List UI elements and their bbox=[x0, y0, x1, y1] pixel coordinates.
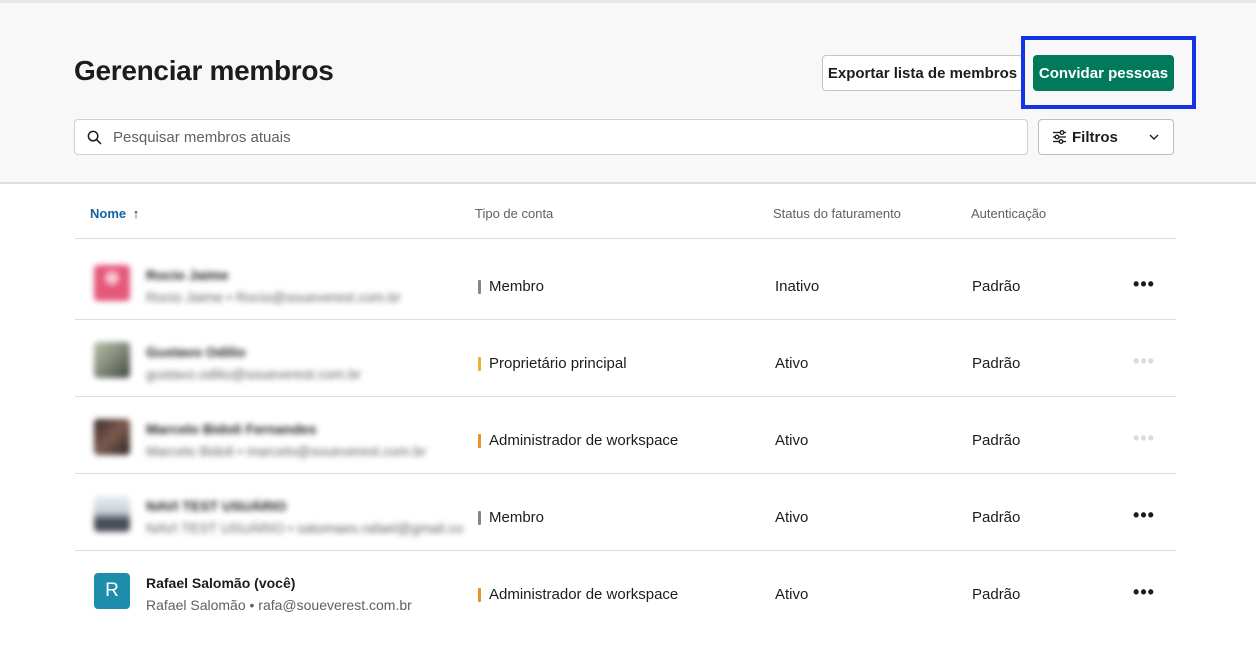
account-type: Administrador de workspace bbox=[478, 586, 678, 603]
avatar bbox=[94, 342, 130, 378]
account-type-label: Proprietário principal bbox=[489, 355, 627, 372]
member-name: Rafael Salomão (você) bbox=[146, 575, 296, 591]
sort-ascending-icon: ↑ bbox=[132, 206, 140, 221]
account-type-label: Membro bbox=[489, 509, 545, 526]
search-box[interactable] bbox=[74, 119, 1028, 155]
account-type-marker bbox=[478, 356, 481, 371]
export-members-button[interactable]: Exportar lista de membros bbox=[822, 55, 1023, 91]
table-row[interactable]: Gustavo Odilio gustavo.odilio@soueverest… bbox=[75, 320, 1176, 397]
billing-status: Ativo bbox=[775, 432, 809, 449]
table-row[interactable]: Rocio Jaime Rocio Jaime • Rocio@souevere… bbox=[75, 243, 1176, 320]
table-row[interactable]: R Rafael Salomão (você) Rafael Salomão •… bbox=[75, 551, 1176, 628]
member-subtitle: Rafael Salomão • rafa@soueverest.com.br bbox=[146, 597, 412, 613]
authentication: Padrão bbox=[972, 355, 1021, 372]
column-header-name[interactable]: Nome ↑ bbox=[90, 206, 139, 221]
table-header-divider bbox=[75, 238, 1176, 239]
avatar bbox=[94, 496, 130, 532]
table-row[interactable]: Marcelo Bidoli Fernandes Marcelo Bidoli … bbox=[75, 397, 1176, 474]
column-header-authentication[interactable]: Autenticação bbox=[971, 206, 1046, 221]
more-actions-button[interactable]: ••• bbox=[1132, 274, 1156, 294]
avatar: R bbox=[94, 573, 130, 609]
page-header: Gerenciar membros Exportar lista de memb… bbox=[0, 0, 1256, 184]
column-header-account-type[interactable]: Tipo de conta bbox=[475, 206, 553, 221]
avatar bbox=[94, 419, 130, 455]
account-type: Membro bbox=[478, 509, 544, 526]
search-input[interactable] bbox=[111, 127, 995, 147]
filters-button[interactable]: Filtros bbox=[1038, 119, 1174, 155]
billing-status: Inativo bbox=[775, 278, 820, 295]
authentication: Padrão bbox=[972, 432, 1021, 449]
chevron-down-icon bbox=[1149, 134, 1159, 140]
more-actions-button[interactable]: ••• bbox=[1132, 351, 1156, 371]
more-actions-button[interactable]: ••• bbox=[1132, 505, 1156, 525]
account-type-label: Administrador de workspace bbox=[489, 432, 679, 449]
account-type-marker bbox=[478, 279, 481, 294]
billing-status: Ativo bbox=[775, 509, 809, 526]
member-name: Rocio Jaime bbox=[146, 267, 229, 283]
more-actions-button[interactable]: ••• bbox=[1132, 428, 1156, 448]
sliders-icon bbox=[1052, 130, 1067, 144]
account-type-marker bbox=[478, 510, 481, 525]
column-header-name-label: Nome bbox=[90, 206, 127, 221]
table-row[interactable]: NAVI TEST USUÁRIO NAVI TEST USUÁRIO • sa… bbox=[75, 474, 1176, 551]
member-subtitle: Rocio Jaime • Rocio@soueverest.com.br bbox=[146, 289, 401, 305]
member-name: NAVI TEST USUÁRIO bbox=[146, 498, 287, 514]
account-type-marker bbox=[478, 433, 481, 448]
account-type: Proprietário principal bbox=[478, 355, 627, 372]
search-icon bbox=[87, 130, 102, 144]
account-type-label: Membro bbox=[489, 278, 545, 295]
column-header-billing-status[interactable]: Status do faturamento bbox=[773, 206, 901, 221]
billing-status: Ativo bbox=[775, 355, 809, 372]
authentication: Padrão bbox=[972, 509, 1021, 526]
filters-label: Filtros bbox=[1072, 128, 1118, 146]
member-subtitle: gustavo.odilio@soueverest.com.br bbox=[146, 366, 361, 382]
account-type-label: Administrador de workspace bbox=[489, 586, 679, 603]
account-type-marker bbox=[478, 587, 481, 602]
account-type: Administrador de workspace bbox=[478, 432, 678, 449]
more-actions-button[interactable]: ••• bbox=[1132, 582, 1156, 602]
billing-status: Ativo bbox=[775, 586, 809, 603]
account-type: Membro bbox=[478, 278, 544, 295]
member-name: Gustavo Odilio bbox=[146, 344, 246, 360]
avatar bbox=[94, 265, 130, 301]
page-title: Gerenciar membros bbox=[74, 55, 334, 86]
invite-people-button[interactable]: Convidar pessoas bbox=[1033, 55, 1174, 91]
member-name: Marcelo Bidoli Fernandes bbox=[146, 421, 317, 437]
member-subtitle: NAVI TEST USUÁRIO • satomaes.rafael@gmai… bbox=[146, 520, 464, 536]
authentication: Padrão bbox=[972, 586, 1021, 603]
authentication: Padrão bbox=[972, 278, 1021, 295]
member-subtitle: Marcelo Bidoli • marcelo@soueverest.com.… bbox=[146, 443, 426, 459]
